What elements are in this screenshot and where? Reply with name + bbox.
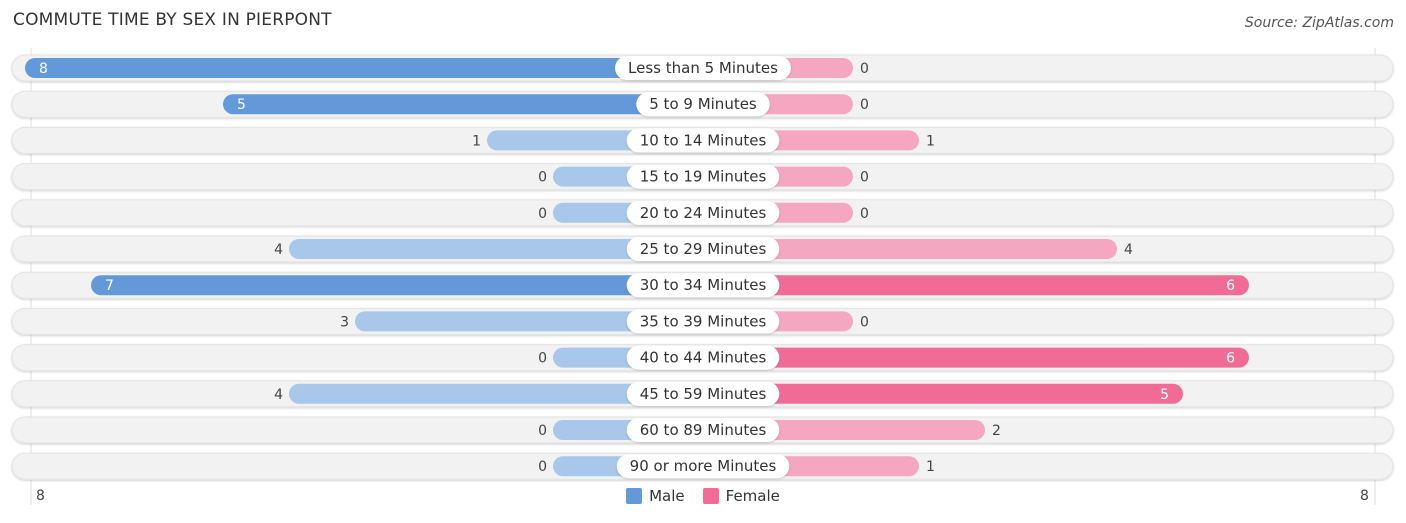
category-label: 15 to 19 Minutes xyxy=(640,168,767,186)
female-value-label: 4 xyxy=(1124,242,1133,258)
legend-item-female: Female xyxy=(702,487,780,505)
category-label: 5 to 9 Minutes xyxy=(649,95,757,113)
female-value-label: 6 xyxy=(1226,278,1235,294)
male-value-label: 0 xyxy=(538,423,547,439)
male-value-label: 8 xyxy=(39,61,48,77)
male-value-label: 4 xyxy=(274,242,283,258)
chart-canvas: 8 0 Less than 5 Minutes 5 0 5 to 9 Minutes 1 1 1… xyxy=(11,48,1394,505)
female-value-label: 0 xyxy=(860,97,869,113)
female-value-label: 5 xyxy=(1160,387,1169,403)
legend-swatch-female xyxy=(702,488,719,504)
category-label: 30 to 34 Minutes xyxy=(640,276,767,294)
female-value-label: 0 xyxy=(860,206,869,222)
male-value-label: 0 xyxy=(538,206,547,222)
female-value-label: 0 xyxy=(860,61,869,77)
male-value-label: 1 xyxy=(472,133,481,149)
female-value-label: 6 xyxy=(1226,351,1235,367)
female-bar xyxy=(703,347,1249,368)
male-bar xyxy=(25,58,703,78)
legend-item-male: Male xyxy=(626,487,685,505)
category-label: 90 or more Minutes xyxy=(630,457,777,475)
category-label: 45 to 59 Minutes xyxy=(640,385,767,403)
legend-label-female: Female xyxy=(725,487,780,505)
male-bar xyxy=(223,94,703,115)
male-value-label: 0 xyxy=(538,351,547,367)
male-value-label: 0 xyxy=(538,170,547,186)
category-label: Less than 5 Minutes xyxy=(628,59,778,77)
female-value-label: 1 xyxy=(926,459,935,475)
category-label: 20 to 24 Minutes xyxy=(640,204,767,222)
female-value-label: 0 xyxy=(860,170,869,186)
male-value-label: 5 xyxy=(237,97,246,113)
category-label: 60 to 89 Minutes xyxy=(640,421,767,439)
category-label: 40 to 44 Minutes xyxy=(640,349,767,367)
female-bar xyxy=(703,275,1249,296)
category-label: 10 to 14 Minutes xyxy=(640,131,767,149)
male-value-label: 3 xyxy=(340,314,349,330)
female-value-label: 0 xyxy=(860,314,869,330)
legend: Male Female xyxy=(0,487,1406,505)
male-value-label: 4 xyxy=(274,387,283,403)
category-label: 25 to 29 Minutes xyxy=(640,240,767,258)
female-value-label: 2 xyxy=(992,423,1001,439)
female-value-label: 1 xyxy=(926,133,935,149)
male-bar xyxy=(91,275,703,296)
legend-swatch-male xyxy=(626,488,643,504)
male-value-label: 7 xyxy=(105,278,114,294)
legend-label-male: Male xyxy=(649,487,685,505)
male-value-label: 0 xyxy=(538,459,547,475)
category-label: 35 to 39 Minutes xyxy=(640,312,767,330)
